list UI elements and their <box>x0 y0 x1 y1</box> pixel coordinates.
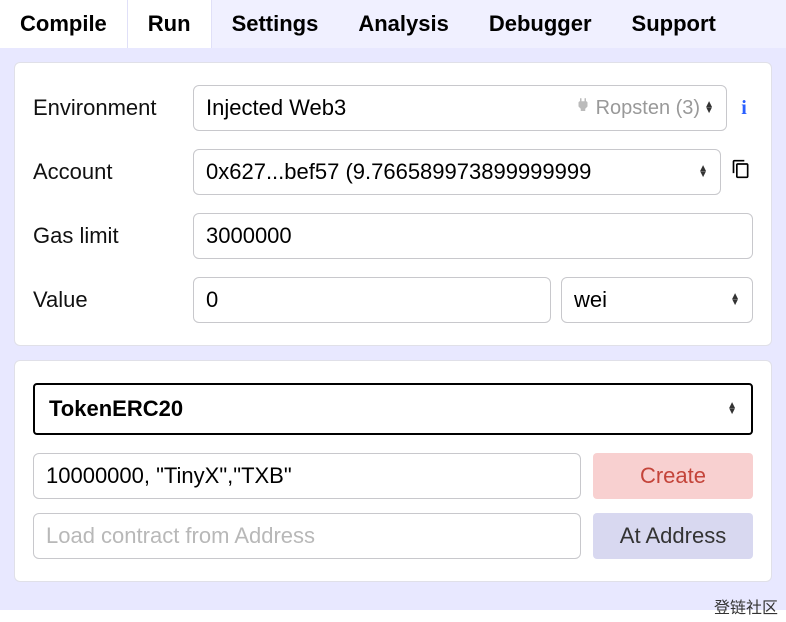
account-select[interactable]: 0x627...bef57 (9.766589973899999999 ▲▼ <box>193 149 721 195</box>
contract-select[interactable]: TokenERC20 ▲▼ <box>33 383 753 435</box>
plug-icon <box>574 96 592 120</box>
account-label: Account <box>33 159 193 185</box>
tab-analysis[interactable]: Analysis <box>338 0 469 48</box>
create-button[interactable]: Create <box>593 453 753 499</box>
unit-select[interactable]: wei ▲▼ <box>561 277 753 323</box>
watermark-text: 登链社区 <box>714 594 778 618</box>
sort-arrows-icon: ▲▼ <box>698 166 708 178</box>
unit-value: wei <box>574 287 607 313</box>
value-label: Value <box>33 287 193 313</box>
gas-limit-input[interactable] <box>193 213 753 259</box>
tab-settings[interactable]: Settings <box>212 0 339 48</box>
tab-compile[interactable]: Compile <box>0 0 127 48</box>
sort-arrows-icon: ▲▼ <box>730 294 740 306</box>
contract-name: TokenERC20 <box>49 396 183 422</box>
load-address-input[interactable] <box>33 513 581 559</box>
sort-arrows-icon: ▲▼ <box>704 102 714 114</box>
info-icon[interactable]: i <box>735 97 753 120</box>
tab-run[interactable]: Run <box>127 0 212 48</box>
tab-support[interactable]: Support <box>612 0 736 48</box>
network-indicator: Ropsten (3) <box>596 97 701 120</box>
account-value: 0x627...bef57 (9.766589973899999999 <box>206 159 698 185</box>
environment-value: Injected Web3 <box>206 95 346 121</box>
environment-label: Environment <box>33 95 193 121</box>
tab-bar: Compile Run Settings Analysis Debugger S… <box>0 0 786 48</box>
sort-arrows-icon: ▲▼ <box>727 403 737 415</box>
tab-debugger[interactable]: Debugger <box>469 0 612 48</box>
deploy-panel: TokenERC20 ▲▼ Create At Address <box>14 360 772 582</box>
environment-select[interactable]: Injected Web3 Ropsten (3) ▲▼ <box>193 85 727 131</box>
copy-icon[interactable] <box>729 159 753 185</box>
constructor-params-input[interactable] <box>33 453 581 499</box>
at-address-button[interactable]: At Address <box>593 513 753 559</box>
value-input[interactable] <box>193 277 551 323</box>
run-settings-panel: Environment Injected Web3 Ropsten (3) ▲▼… <box>14 62 772 346</box>
gas-limit-label: Gas limit <box>33 223 193 249</box>
